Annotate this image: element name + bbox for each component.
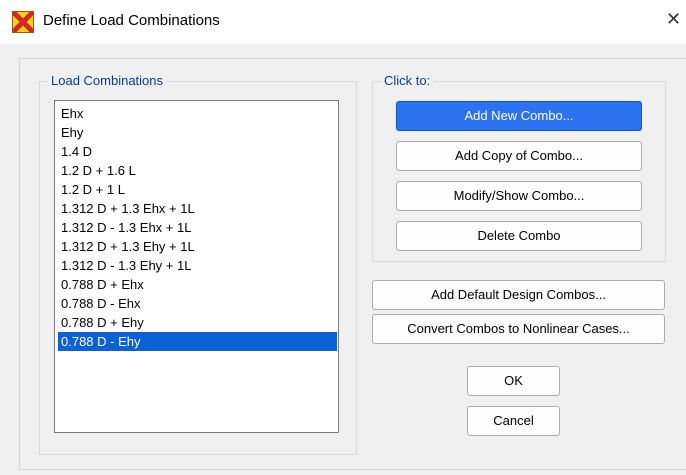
list-item[interactable]: 0.788 D + Ehy <box>58 313 337 332</box>
add-new-combo-button[interactable]: Add New Combo... <box>396 101 642 131</box>
list-item[interactable]: 1.312 D - 1.3 Ehx + 1L <box>58 218 337 237</box>
delete-combo-button[interactable]: Delete Combo <box>396 221 642 251</box>
load-combinations-list[interactable]: Ehx Ehy 1.4 D 1.2 D + 1.6 L 1.2 D + 1 L … <box>54 100 339 433</box>
load-combinations-legend: Load Combinations <box>48 73 167 88</box>
list-item[interactable]: 1.312 D + 1.3 Ehy + 1L <box>58 237 337 256</box>
window-title: Define Load Combinations <box>43 12 220 29</box>
click-to-legend: Click to: <box>381 73 434 88</box>
list-item[interactable]: 1.312 D - 1.3 Ehy + 1L <box>58 256 337 275</box>
list-item[interactable]: 1.4 D <box>58 142 337 161</box>
list-item[interactable]: 1.2 D + 1 L <box>58 180 337 199</box>
list-item[interactable]: Ehx <box>58 104 337 123</box>
cancel-button[interactable]: Cancel <box>467 406 560 436</box>
title-bar: Define Load Combinations ✕ <box>0 0 686 44</box>
ok-button[interactable]: OK <box>467 366 560 396</box>
convert-combos-button[interactable]: Convert Combos to Nonlinear Cases... <box>372 314 665 344</box>
list-item[interactable]: 0.788 D + Ehx <box>58 275 337 294</box>
list-item[interactable]: Ehy <box>58 123 337 142</box>
list-item-selected[interactable]: 0.788 D - Ehy <box>58 332 337 351</box>
app-icon <box>12 11 34 33</box>
close-icon[interactable]: ✕ <box>666 9 681 30</box>
modify-show-combo-button[interactable]: Modify/Show Combo... <box>396 181 642 211</box>
list-item[interactable]: 1.2 D + 1.6 L <box>58 161 337 180</box>
add-default-design-combos-button[interactable]: Add Default Design Combos... <box>372 280 665 310</box>
list-item[interactable]: 0.788 D - Ehx <box>58 294 337 313</box>
list-item[interactable]: 1.312 D + 1.3 Ehx + 1L <box>58 199 337 218</box>
add-copy-of-combo-button[interactable]: Add Copy of Combo... <box>396 141 642 171</box>
